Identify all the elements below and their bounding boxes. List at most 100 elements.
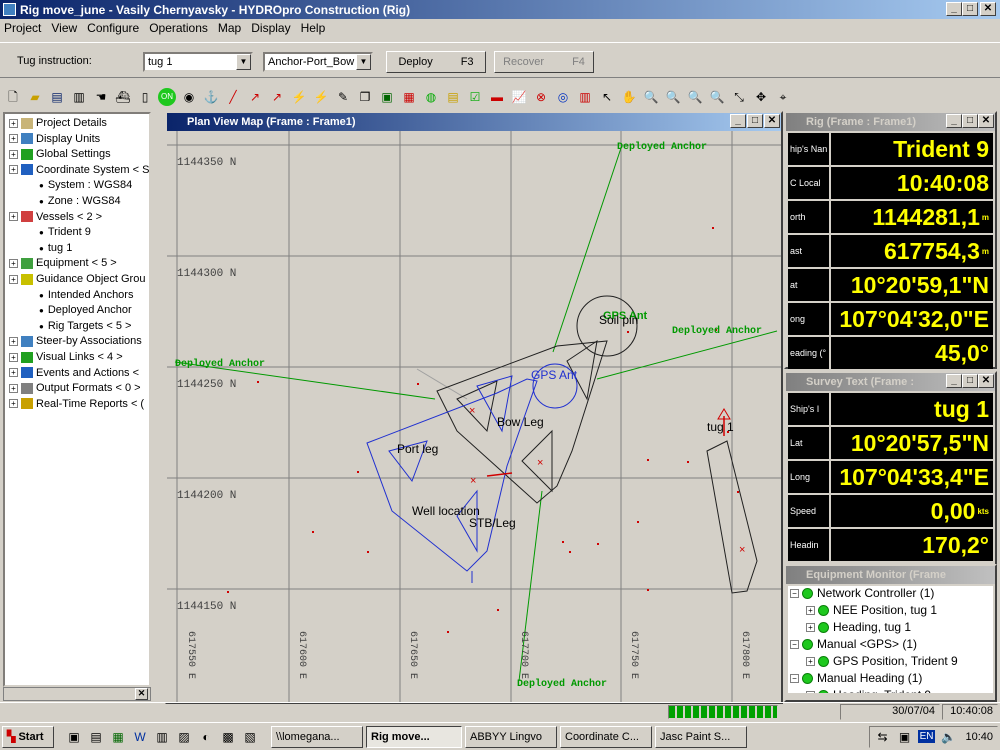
taskbar-item[interactable]: Jasc Paint S...	[655, 725, 747, 748]
arrow-tool-2-icon[interactable]: ↗	[268, 88, 286, 106]
tree-item[interactable]: ● System : WGS84	[39, 178, 132, 193]
tree-item[interactable]: + Global Settings	[9, 147, 111, 162]
equipment-item[interactable]: + Heading, Trident 9	[806, 688, 931, 693]
map-canvas[interactable]: × × × × 1144350 N 1144300 N 1144250 N 11442…	[167, 131, 781, 702]
equipment-item[interactable]: − Manual <GPS> (1)	[790, 637, 917, 651]
quicklaunch-icon[interactable]: ▥	[153, 728, 171, 746]
taskbar-item[interactable]: ABBYY Lingvo	[465, 725, 557, 748]
copy-icon[interactable]: ❐	[356, 88, 374, 106]
expand-icon[interactable]: +	[9, 368, 18, 378]
tree-item[interactable]: + Output Formats < 0 >	[9, 381, 141, 396]
chart-icon[interactable]: ▦	[400, 88, 418, 106]
rig-close-button[interactable]: ✕	[978, 114, 994, 128]
expand-icon[interactable]: +	[9, 212, 18, 222]
expand-icon[interactable]: +	[9, 165, 18, 175]
anchor-tool-icon[interactable]: ⚓	[202, 88, 220, 106]
close-button[interactable]: ✕	[980, 2, 996, 16]
measure-icon[interactable]: ⤡	[730, 88, 748, 106]
zoom-extent-icon[interactable]: 🔍	[708, 88, 726, 106]
text-icon[interactable]: ▤	[444, 88, 462, 106]
minimize-button[interactable]: _	[946, 2, 962, 16]
pen-icon[interactable]: ✎	[334, 88, 352, 106]
monitor-icon[interactable]: ▬	[488, 88, 506, 106]
tree-item[interactable]: ● Zone : WGS84	[39, 194, 121, 209]
equipment-item[interactable]: − Network Controller (1)	[790, 586, 934, 600]
expand-icon[interactable]: +	[9, 274, 18, 284]
quicklaunch-icon[interactable]: ◐	[197, 728, 215, 746]
quicklaunch-icon[interactable]: ▧	[241, 728, 259, 746]
expand-icon[interactable]: +	[9, 352, 18, 362]
survey-close-button[interactable]: ✕	[978, 374, 994, 388]
expand-icon[interactable]: +	[9, 149, 18, 159]
survey-maximize-button[interactable]: □	[962, 374, 978, 388]
expand-icon[interactable]: −	[790, 674, 799, 684]
chevron-down-icon[interactable]: ▼	[356, 54, 371, 70]
new-file-icon[interactable]: 🗋	[4, 88, 22, 106]
tree-item[interactable]: + Visual Links < 4 >	[9, 350, 123, 365]
recover-button[interactable]: Recover F4	[494, 51, 594, 73]
expand-icon[interactable]: +	[9, 134, 18, 144]
expand-icon[interactable]: −	[790, 640, 799, 650]
expand-icon[interactable]: +	[9, 399, 18, 409]
pointer-icon[interactable]: ↖	[598, 88, 616, 106]
vessel-icon[interactable]: ⛴	[114, 88, 132, 106]
guidance-icon[interactable]: ⚡	[290, 88, 308, 106]
menu-view[interactable]: View	[51, 21, 77, 35]
zoom-in-icon[interactable]: 🔍	[642, 88, 660, 106]
list-view-icon[interactable]: ▥	[70, 88, 88, 106]
menu-operations[interactable]: Operations	[149, 21, 208, 35]
tree-item[interactable]: ● Intended Anchors	[39, 288, 133, 303]
tree-item[interactable]: + Steer-by Associations	[9, 334, 142, 349]
tree-close-icon[interactable]: ✕	[135, 688, 148, 700]
start-button[interactable]: ▚ Start	[2, 725, 54, 748]
survey-minimize-button[interactable]: _	[946, 374, 962, 388]
quicklaunch-icon[interactable]: W	[131, 728, 149, 746]
menu-map[interactable]: Map	[218, 21, 241, 35]
open-folder-icon[interactable]: ▰	[26, 88, 44, 106]
check-icon[interactable]: ☑	[466, 88, 484, 106]
menu-project[interactable]: Project	[4, 21, 41, 35]
signal-icon[interactable]: ◍	[422, 88, 440, 106]
expand-icon[interactable]: +	[9, 118, 18, 128]
volume-icon[interactable]: 🔈	[939, 728, 957, 746]
rig-minimize-button[interactable]: _	[946, 114, 962, 128]
tree-item[interactable]: + Guidance Object Grou	[9, 272, 145, 287]
tree-item[interactable]: ● Deployed Anchor	[39, 303, 132, 318]
target-icon[interactable]: ⊗	[532, 88, 550, 106]
tree-item[interactable]: ● Rig Targets < 5 >	[39, 319, 131, 334]
equipment-item[interactable]: + GPS Position, Trident 9	[806, 654, 958, 668]
tug-select[interactable]: tug 1 ▼	[143, 52, 253, 72]
cylinder-icon[interactable]: ▯	[136, 88, 154, 106]
move-icon[interactable]: ✥	[752, 88, 770, 106]
tree-item[interactable]: + Display Units	[9, 132, 100, 147]
tray-icon[interactable]: ▣	[896, 728, 914, 746]
hand-icon[interactable]: ☚	[92, 88, 110, 106]
menu-configure[interactable]: Configure	[87, 21, 139, 35]
map-maximize-button[interactable]: □	[747, 114, 763, 128]
guidance-2-icon[interactable]: ⚡	[312, 88, 330, 106]
zoom-window-icon[interactable]: 🔍	[686, 88, 704, 106]
tree-item[interactable]: + Events and Actions <	[9, 366, 139, 381]
arrow-tool-icon[interactable]: ↗	[246, 88, 264, 106]
language-indicator[interactable]: EN	[917, 730, 936, 743]
crosshair-icon[interactable]: ⌖	[774, 88, 792, 106]
equipment-item[interactable]: + NEE Position, tug 1	[806, 603, 937, 617]
tree-item[interactable]: ● Trident 9	[39, 225, 91, 240]
quicklaunch-icon[interactable]: ▣	[65, 728, 83, 746]
equipment-item[interactable]: − Manual Heading (1)	[790, 671, 922, 685]
tree-view-icon[interactable]: ▤	[48, 88, 66, 106]
pan-icon[interactable]: ✋	[620, 88, 638, 106]
tree-item[interactable]: + Real-Time Reports < (	[9, 397, 144, 412]
display-icon[interactable]: ▣	[378, 88, 396, 106]
anchor-select[interactable]: Anchor-Port_Bow 2 ▼	[263, 52, 373, 72]
expand-icon[interactable]: +	[806, 657, 815, 667]
tree-horizontal-scrollbar[interactable]	[3, 687, 151, 701]
tree-item[interactable]: + Coordinate System < S	[9, 163, 149, 178]
record-icon[interactable]: ◉	[180, 88, 198, 106]
map-minimize-button[interactable]: _	[730, 114, 746, 128]
tree-item[interactable]: + Equipment < 5 >	[9, 256, 117, 271]
expand-icon[interactable]: −	[790, 589, 799, 599]
expand-icon[interactable]: +	[806, 606, 815, 616]
tree-item[interactable]: + Project Details	[9, 116, 107, 131]
line-tool-icon[interactable]: ╱	[224, 88, 242, 106]
